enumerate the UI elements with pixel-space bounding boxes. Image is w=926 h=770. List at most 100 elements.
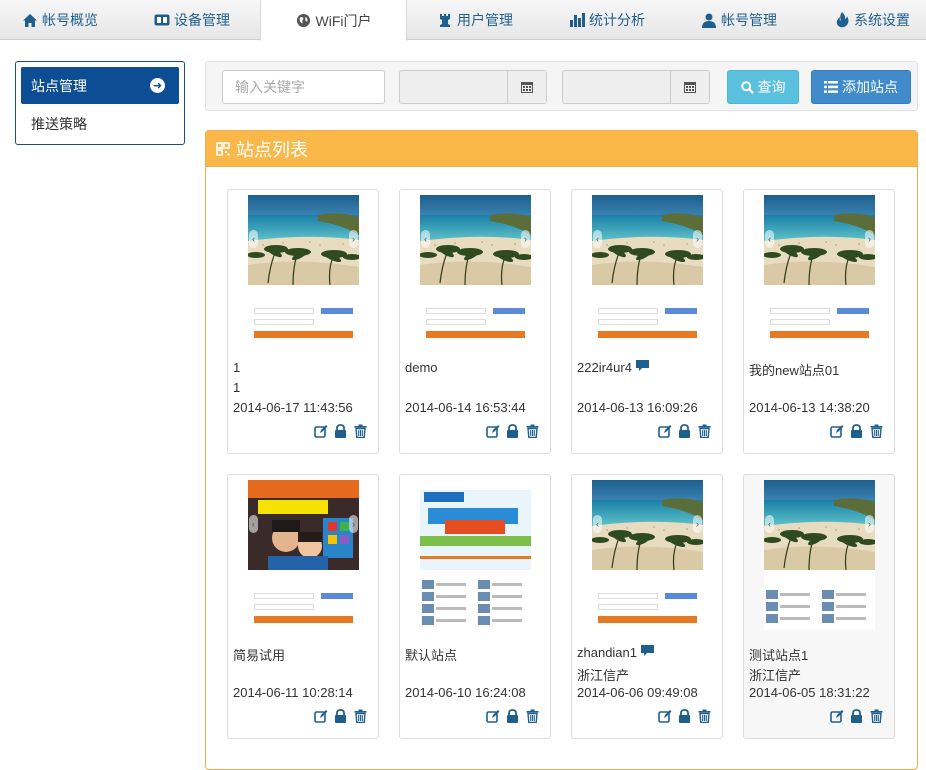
site-preview-thumbnail[interactable]: ‹ › bbox=[248, 195, 359, 345]
edit-icon[interactable] bbox=[485, 423, 500, 438]
carousel-next-icon: › bbox=[865, 515, 874, 533]
edit-icon[interactable] bbox=[657, 708, 672, 723]
tab-system-settings[interactable]: 系统设置 bbox=[834, 0, 910, 40]
sidebar-item-site-management[interactable]: 站点管理 ➜ bbox=[21, 67, 179, 104]
lock-icon[interactable] bbox=[677, 423, 692, 438]
lock-icon[interactable] bbox=[677, 708, 692, 723]
site-card[interactable]: 默认站点 2014-06-10 16:24:08 bbox=[399, 474, 551, 739]
tab-account-overview[interactable]: 帐号概览 bbox=[22, 0, 98, 40]
lock-icon[interactable] bbox=[505, 423, 520, 438]
site-subtitle: 1 bbox=[233, 380, 241, 395]
trash-icon[interactable] bbox=[869, 708, 884, 723]
trash-icon[interactable] bbox=[353, 708, 368, 723]
card-actions bbox=[829, 708, 884, 723]
site-created-time: 2014-06-13 16:09:26 bbox=[577, 400, 698, 415]
comment-icon bbox=[635, 360, 649, 375]
device-icon bbox=[154, 12, 170, 28]
site-preview-thumbnail[interactable]: ‹ › bbox=[764, 195, 875, 345]
tab-label: 统计分析 bbox=[589, 12, 645, 28]
trash-icon[interactable] bbox=[869, 423, 884, 438]
filter-toolbar: 查询 添加站点 bbox=[205, 61, 918, 111]
trash-icon[interactable] bbox=[353, 423, 368, 438]
site-preview-thumbnail[interactable]: ‹ › bbox=[764, 480, 875, 630]
edit-icon[interactable] bbox=[657, 423, 672, 438]
site-preview-thumbnail[interactable]: ‹ › bbox=[592, 195, 703, 345]
site-card[interactable]: ‹ › 简易试用 2014-06-11 10:28:14 bbox=[227, 474, 379, 739]
lock-icon[interactable] bbox=[333, 708, 348, 723]
site-created-time: 2014-06-10 16:24:08 bbox=[405, 685, 526, 700]
site-name-text: 测试站点1 bbox=[749, 648, 809, 663]
site-card[interactable]: ‹ › 我的new站点01 2014-06-13 14:38:20 bbox=[743, 189, 895, 454]
tab-label: 帐号概览 bbox=[42, 12, 98, 28]
trash-icon[interactable] bbox=[697, 423, 712, 438]
trash-icon[interactable] bbox=[525, 423, 540, 438]
lock-icon[interactable] bbox=[505, 708, 520, 723]
site-name: 简易试用 bbox=[233, 645, 285, 664]
thumb-grid bbox=[420, 580, 531, 630]
site-created-time: 2014-06-14 16:53:44 bbox=[405, 400, 526, 415]
lock-icon[interactable] bbox=[333, 423, 348, 438]
site-name: zhandian1 bbox=[577, 645, 654, 660]
search-icon bbox=[740, 80, 754, 94]
lock-icon[interactable] bbox=[849, 708, 864, 723]
edit-icon[interactable] bbox=[313, 423, 328, 438]
tab-user-management[interactable]: 用户管理 bbox=[437, 0, 513, 40]
comment-icon bbox=[641, 645, 654, 660]
site-preview-thumbnail[interactable]: ‹ › bbox=[592, 480, 703, 630]
arrow-right-circle-icon: ➜ bbox=[150, 78, 165, 93]
tab-label: WiFi门户 bbox=[315, 12, 372, 29]
trash-icon[interactable] bbox=[697, 708, 712, 723]
tab-label: 帐号管理 bbox=[721, 12, 777, 28]
site-name-text: demo bbox=[405, 360, 438, 375]
sidebar-item-label: 站点管理 bbox=[31, 77, 87, 94]
qrcode-icon bbox=[216, 141, 230, 156]
card-actions bbox=[657, 708, 712, 723]
tab-label: 用户管理 bbox=[457, 12, 513, 28]
site-name: 1 bbox=[233, 360, 240, 375]
tab-account-management[interactable]: 帐号管理 bbox=[701, 0, 777, 40]
panel-header: 站点列表 bbox=[206, 131, 917, 167]
thumb-grid bbox=[764, 580, 875, 630]
edit-icon[interactable] bbox=[829, 708, 844, 723]
site-created-time: 2014-06-17 11:43:56 bbox=[233, 400, 353, 415]
site-card[interactable]: ‹ › zhandian1 浙江信产 2014-06-06 09:49:08 bbox=[571, 474, 723, 739]
site-name: 测试站点1 bbox=[749, 645, 808, 664]
end-date-field[interactable] bbox=[562, 70, 710, 104]
top-nav: 帐号概览 设备管理 WiFi门户 用户管理 统计分析 帐号管理 系统设置 bbox=[0, 0, 926, 41]
add-site-button[interactable]: 添加站点 bbox=[811, 70, 911, 104]
flame-icon bbox=[834, 12, 850, 28]
tab-wifi-portal[interactable]: WiFi门户 bbox=[260, 0, 407, 41]
site-created-time: 2014-06-05 18:31:22 bbox=[749, 685, 870, 700]
site-name-text: 默认站点 bbox=[405, 648, 458, 663]
carousel-next-icon: › bbox=[349, 515, 358, 533]
calendar-icon[interactable] bbox=[670, 71, 709, 103]
carousel-prev-icon: ‹ bbox=[765, 515, 774, 533]
tab-statistics[interactable]: 统计分析 bbox=[569, 0, 645, 40]
site-subtitle: 浙江信产 bbox=[577, 668, 630, 683]
site-preview-thumbnail[interactable]: ‹ › bbox=[248, 480, 359, 630]
site-card[interactable]: ‹ › 1 1 2014-06-17 11:43:56 bbox=[227, 189, 379, 454]
site-card[interactable]: ‹ › 测试站点1 浙江信产 2014-06-05 18:31:22 bbox=[743, 474, 895, 739]
site-name: demo bbox=[405, 360, 438, 375]
carousel-next-icon: › bbox=[693, 230, 702, 248]
edit-icon[interactable] bbox=[313, 708, 328, 723]
tab-device-management[interactable]: 设备管理 bbox=[154, 0, 230, 40]
card-actions bbox=[313, 708, 368, 723]
keyword-input[interactable] bbox=[222, 70, 385, 104]
trash-icon[interactable] bbox=[525, 708, 540, 723]
carousel-prev-icon: ‹ bbox=[249, 230, 258, 248]
site-card[interactable]: ‹ › 222ir4ur4 2014-06-13 16:09:26 bbox=[571, 189, 723, 454]
search-button[interactable]: 查询 bbox=[727, 70, 799, 104]
edit-icon[interactable] bbox=[829, 423, 844, 438]
carousel-prev-icon: ‹ bbox=[593, 230, 602, 248]
calendar-icon[interactable] bbox=[507, 71, 546, 103]
sidebar-item-push-strategy[interactable]: 推送策略 bbox=[31, 114, 87, 134]
start-date-field[interactable] bbox=[399, 70, 547, 104]
site-preview-thumbnail[interactable]: ‹ › bbox=[420, 195, 531, 345]
carousel-prev-icon: ‹ bbox=[421, 230, 430, 248]
edit-icon[interactable] bbox=[485, 708, 500, 723]
site-preview-thumbnail[interactable] bbox=[420, 480, 531, 630]
site-card[interactable]: ‹ › demo 2014-06-14 16:53:44 bbox=[399, 189, 551, 454]
user-icon bbox=[701, 12, 717, 28]
lock-icon[interactable] bbox=[849, 423, 864, 438]
